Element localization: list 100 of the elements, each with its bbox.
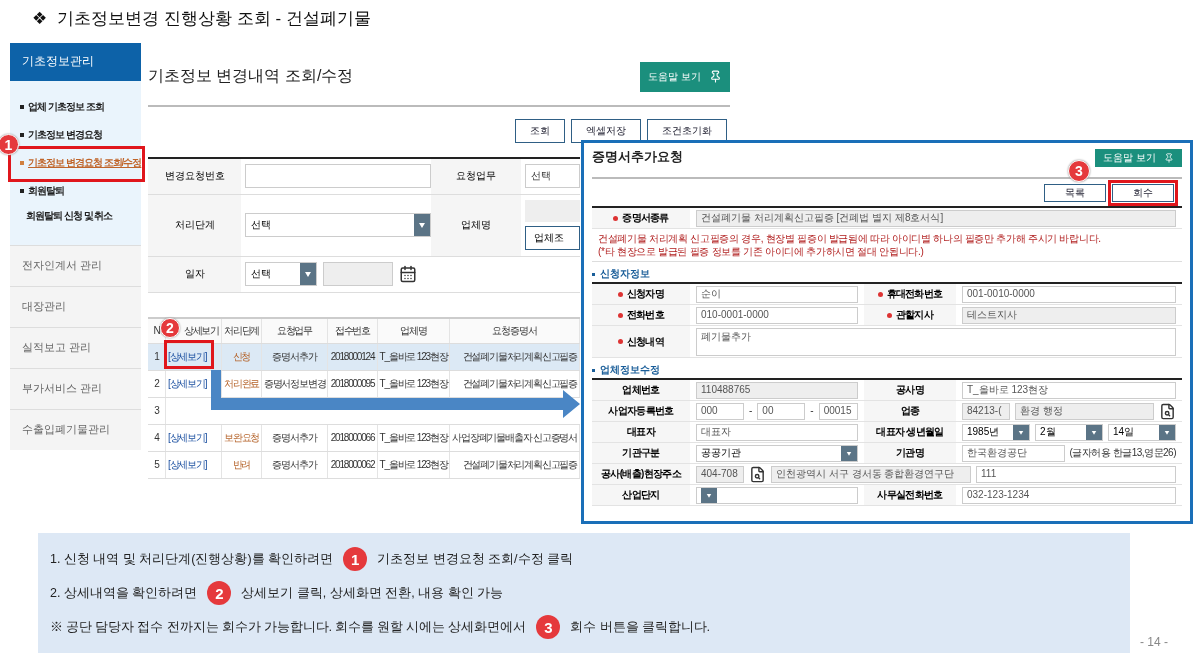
input-field[interactable] [525,200,580,223]
caret-icon [300,263,316,286]
select-field[interactable]: 공공기관 [696,444,858,462]
table-cell: 증명서추가 [272,457,317,472]
date-field[interactable] [323,262,393,287]
guide-text: ※ 공단 담당자 접수 전까지는 회수가 가능합니다. 회수를 원할 시에는 상세화면에서 [50,618,527,636]
table-row[interactable]: 1 [상세보기] 신청 증명서추가 2018000124 T_올바로 123현장 건설폐기물처리계획신고필증 [148,343,580,370]
sidebar-item[interactable]: 기초정보 변경요청 조회/수정 [20,148,142,177]
input-field[interactable]: 010-0001-0000 [696,306,858,324]
caret-icon [414,214,430,237]
input-field[interactable]: 대표자 [696,423,858,441]
table-cell: 2018000062 [330,459,375,471]
table-cell: 3 [154,405,159,417]
input-field[interactable]: 순이 [696,285,858,303]
search-button[interactable]: 업체조 [525,226,580,251]
form-label: 사무실전화번호 [864,485,956,505]
form-label: 휴대전화번호 [864,284,956,304]
guide-text: 1. 신청 내역 및 처리단계(진행상황)를 확인하려면 [50,550,334,568]
caret-icon [701,487,717,503]
table-cell: 사업장폐기물배출자 신고증명서 [452,430,577,445]
sidebar-menu-item[interactable]: 실적보고 관리 [10,326,141,368]
sidebar-item[interactable]: 회원탈퇴 [20,176,64,205]
guide-text: 상세보기 클릭, 상세화면 전환, 내용 확인 가능 [241,584,504,602]
highlight-frame [164,340,214,369]
input-field[interactable]: 000 [696,402,744,420]
input-field[interactable]: 00 [757,402,806,420]
form-label: 기관명 [864,443,956,463]
table-cell: 건설폐기물처리계획신고필증 [462,349,577,364]
table-cell: 1 [154,351,159,363]
input-field[interactable]: 00015 [818,402,858,420]
warning-text: 건설폐기물 처리계획 신고필증의 경우, 현장별 필증이 발급됨에 따라 아이디별 하나의 필증만 추가해 주시기 바랍니다. (*타 현장으로 발급된 필증 정보를 기존 아이디에 추가하시면 절대 안됩니다.) [592,229,1182,262]
table-cell: 처리완료 [223,376,260,391]
form-label: 산업단지 [592,485,690,505]
required-icon [877,291,883,297]
form-label: 일자 [148,256,241,293]
input-field[interactable]: 001-0010-0000 [962,285,1176,303]
detail-link[interactable]: [상세보기] [168,457,207,472]
form-label: 대표자 [592,422,690,442]
table-cell: 증명서정보변경 [263,376,326,391]
input-field[interactable] [245,164,431,189]
select-field[interactable]: 선택 [245,262,317,287]
column-header: 요청증명서 [492,323,537,338]
select-field[interactable]: 1985년 [962,423,1030,441]
detail-link[interactable]: [상세보기] [168,430,207,445]
text-area[interactable]: 폐기물추가 [696,327,1176,356]
input-field[interactable]: 한국환경공단 [962,444,1065,462]
form-label: 업체명 [431,194,521,257]
bullet-icon [592,272,595,276]
calendar-icon[interactable] [399,265,417,284]
form-label: 전화번호 [592,305,690,325]
table-cell: 2018000066 [330,432,375,444]
input-field[interactable]: T_올바로 123현장 [962,381,1176,399]
sidebar-menu-item[interactable]: 대장관리 [10,285,141,327]
table-cell: T_올바로 123현장 [379,349,448,364]
detail-link[interactable]: [상세보기] [168,349,207,364]
select-field[interactable]: 2월 [1035,423,1103,441]
step-marker: 2 [207,581,232,605]
action-button[interactable]: 엑셀저장 [571,118,641,143]
page-heading: 기초정보변경 진행상황 조회 - 건설폐기물 [57,7,371,30]
page-number: - 14 - [1140,635,1168,651]
sidebar-item[interactable]: 업체 기초정보 조회 [20,92,104,121]
sidebar-menu-item[interactable]: 부가서비스 관리 [10,367,141,409]
form-label: 업종 [864,401,956,421]
search-icon[interactable] [749,465,766,483]
detail-link[interactable]: [상세보기] [168,376,207,391]
bullet-icon [592,368,595,372]
select-field[interactable] [696,486,858,504]
required-icon [617,312,623,318]
input-field[interactable]: 선택 [525,164,580,189]
action-button[interactable]: 조건초기화 [647,118,727,143]
sidebar-menu-item[interactable]: 전자인계서 관리 [10,244,141,286]
action-button[interactable]: 조회 [515,118,565,143]
input-field[interactable]: 032-123-1234 [962,486,1176,504]
table-cell: 2018000095 [330,378,375,390]
input-field[interactable]: 건설폐기물 처리계획신고필증 [건폐법 별지 제8호서식] [696,209,1176,227]
action-button[interactable]: 목록 [1044,184,1106,202]
input-field[interactable]: 111 [976,465,1176,483]
table-cell: 증명서추가 [272,430,317,445]
table-cell: 증명서추가 [272,349,317,364]
help-button[interactable]: 도움말 보기 [640,61,730,92]
table-cell: 반려 [232,457,251,472]
section-title: 신청자정보 [600,268,650,280]
form-label: 공사(배출)현장주소 [592,464,690,484]
table-cell: 건설폐기물처리계획신고필증 [462,376,577,391]
sidebar-item[interactable]: 기초정보 변경요청 [20,120,102,149]
required-icon [617,291,623,297]
select-field[interactable]: 선택 [245,213,431,238]
search-icon[interactable] [1159,402,1176,420]
select-field[interactable]: 14일 [1108,423,1176,441]
bullet-symbol: ❖ [32,7,48,29]
table-cell: T_올바로 123현장 [379,376,448,391]
length-note: (글자허용 한글13,영문26) [1069,447,1176,459]
table-cell: 2018000124 [330,351,375,363]
form-label: 처리단계 [148,194,241,257]
sidebar-subitem[interactable]: 회원탈퇴 신청 및 취소 [26,204,113,227]
sidebar-menu-item[interactable]: 수출입폐기물관리 [10,408,141,450]
help-button[interactable]: 도움말 보기 [1095,149,1182,167]
step-marker: 1 [343,547,368,571]
action-button[interactable]: 회수 [1112,184,1174,202]
form-label: 공사명 [864,380,956,400]
